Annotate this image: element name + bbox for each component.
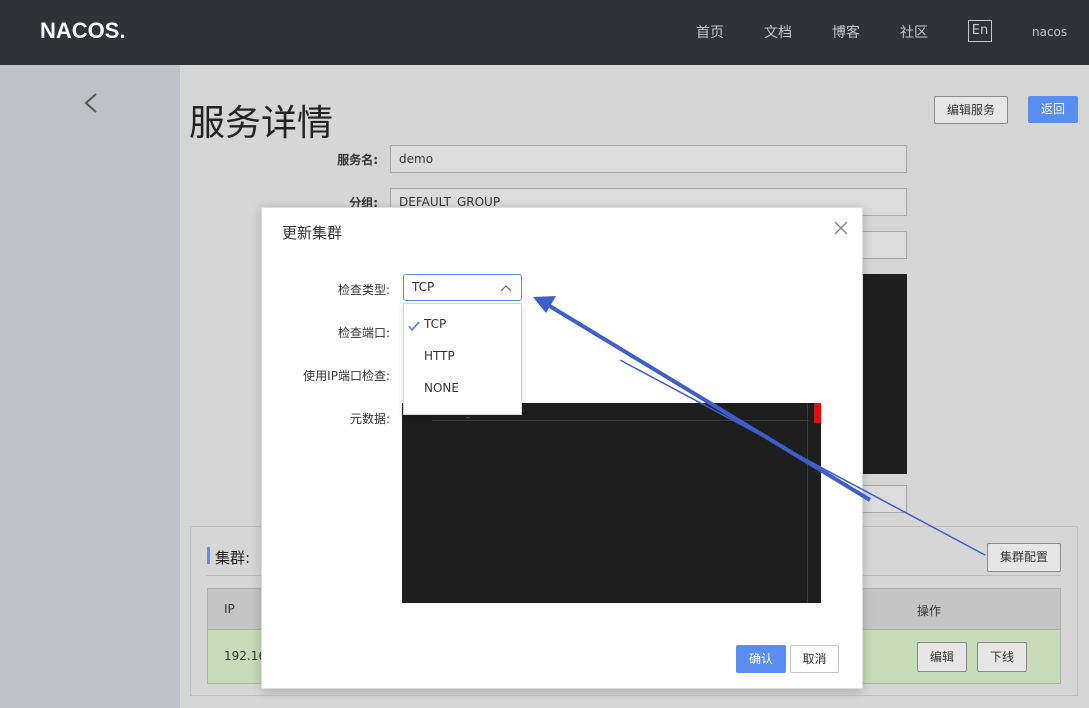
top-navbar: NACOS. 首页 文档 博客 社区 En nacos xyxy=(0,0,1089,65)
option-tcp[interactable]: TCP xyxy=(424,317,446,331)
offline-instance-button[interactable]: 下线 xyxy=(977,642,1027,672)
nav-home[interactable]: 首页 xyxy=(696,22,724,42)
service-name-field[interactable]: demo xyxy=(390,145,907,173)
user-menu[interactable]: nacos xyxy=(1032,25,1067,39)
dialog-title: 更新集群 xyxy=(282,224,343,242)
cancel-button[interactable]: 取消 xyxy=(790,645,839,673)
nacos-logo[interactable]: NACOS. xyxy=(40,18,140,44)
nav-blog[interactable]: 博客 xyxy=(832,22,860,42)
metadata-editor-background xyxy=(860,274,907,474)
update-cluster-dialog: 更新集群 检查类型: TCP 检查端口: 使用IP端口检查: 元数据: TCP … xyxy=(261,207,863,689)
close-icon[interactable] xyxy=(834,221,848,235)
service-name-label: 服务名: xyxy=(337,153,378,167)
metadata-editor[interactable] xyxy=(402,403,821,603)
check-type-label: 检查类型: xyxy=(337,283,390,297)
edit-service-button[interactable]: 编辑服务 xyxy=(934,96,1008,124)
check-type-dropdown: TCP HTTP NONE xyxy=(403,303,522,415)
editor-overview-marker xyxy=(814,403,821,423)
option-http[interactable]: HTTP xyxy=(424,349,455,363)
column-ip: IP xyxy=(224,602,235,616)
nav-docs[interactable]: 文档 xyxy=(764,22,792,42)
back-button[interactable]: 返回 xyxy=(1028,96,1078,123)
check-icon xyxy=(408,321,420,331)
selector-field[interactable] xyxy=(860,485,907,513)
nav-community[interactable]: 社区 xyxy=(900,22,928,42)
editor-scrollbar[interactable] xyxy=(807,403,808,603)
option-none[interactable]: NONE xyxy=(424,381,459,395)
page-title: 服务详情 xyxy=(189,103,334,144)
confirm-button[interactable]: 确认 xyxy=(736,645,786,673)
editor-current-line xyxy=(432,420,809,421)
chevron-left-icon[interactable] xyxy=(82,92,102,114)
cluster-title-marker xyxy=(207,547,210,564)
edit-instance-button[interactable]: 编辑 xyxy=(917,642,967,672)
sidebar xyxy=(0,65,180,708)
use-ip-port-check-label: 使用IP端口检查: xyxy=(303,369,390,383)
cluster-title: 集群: xyxy=(215,549,251,567)
column-actions: 操作 xyxy=(917,604,942,618)
cluster-config-button[interactable]: 集群配置 xyxy=(987,543,1061,572)
instance-ip: 192.16 xyxy=(224,649,266,663)
check-port-label: 检查端口: xyxy=(337,326,390,340)
svg-text:NACOS.: NACOS. xyxy=(40,18,126,43)
language-switch-button[interactable]: En xyxy=(968,20,992,42)
chevron-up-icon xyxy=(500,285,512,292)
metadata-label: 元数据: xyxy=(349,412,390,426)
